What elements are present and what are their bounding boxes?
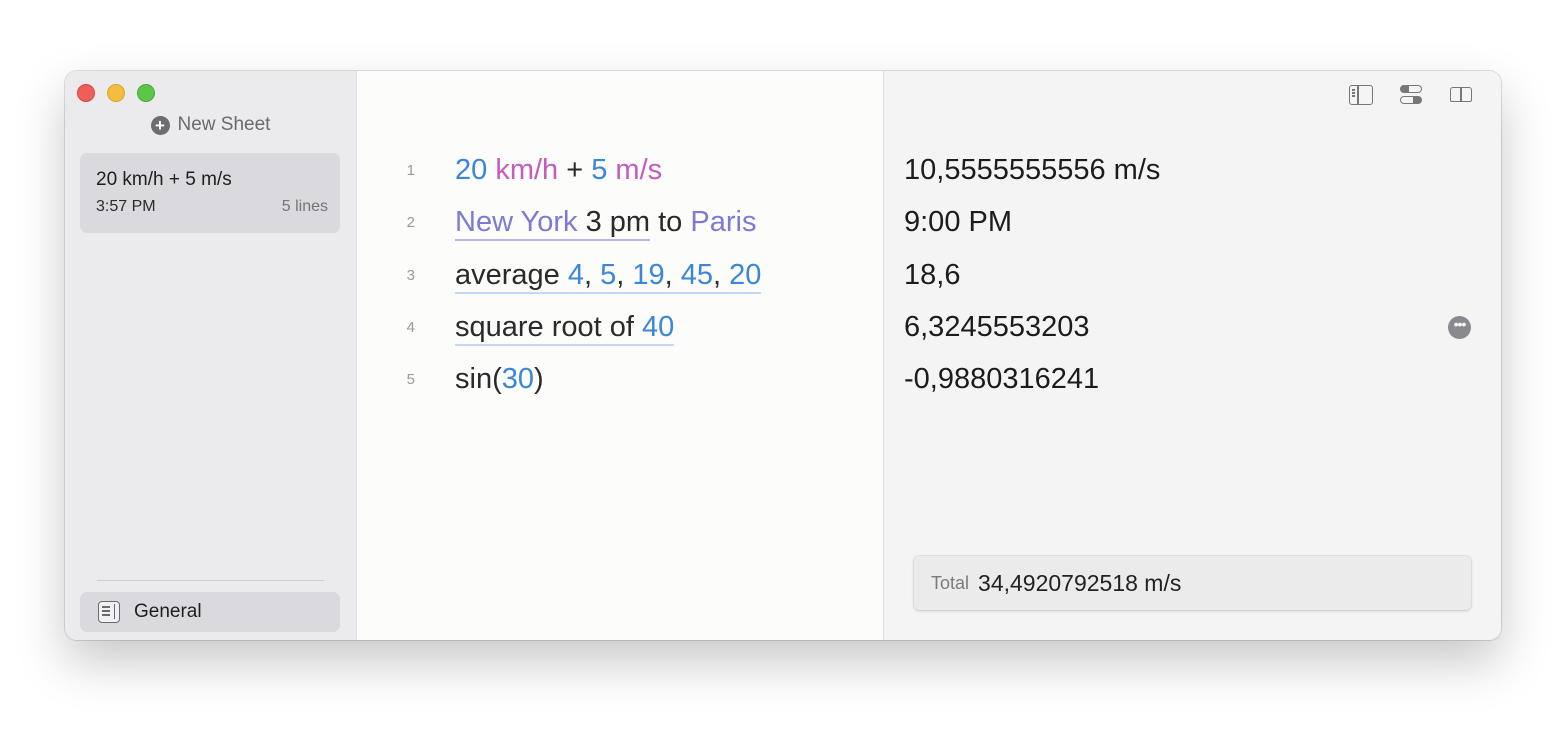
toolbar — [1349, 85, 1473, 105]
token-num: 20 — [729, 258, 762, 294]
line-content[interactable]: sin(30) — [455, 363, 544, 396]
token-plain: sin( — [455, 362, 502, 395]
token-plain: ) — [534, 362, 544, 395]
token-unit: m/s — [607, 153, 663, 186]
window-controls — [77, 84, 155, 102]
editor-line[interactable]: 1 20 km/h + 5 m/s — [357, 150, 663, 190]
token-plain: to — [650, 205, 691, 238]
app-window: + New Sheet 20 km/h + 5 m/s 3:57 PM 5 li… — [65, 71, 1501, 640]
result-value[interactable]: 9:00 PM — [904, 202, 1012, 242]
sheet-meta: 3:57 PM 5 lines — [96, 198, 328, 216]
new-sheet-button[interactable]: + New Sheet — [65, 114, 356, 136]
token-plain: square root of — [455, 310, 642, 346]
sheet-title: 20 km/h + 5 m/s — [96, 169, 232, 190]
token-unit: km/h — [487, 153, 559, 186]
token-num: 30 — [501, 362, 534, 395]
token-plain: , — [616, 258, 633, 294]
new-sheet-label: New Sheet — [177, 114, 271, 135]
line-content[interactable]: average 4, 5, 19, 45, 20 — [455, 258, 762, 294]
sidebar: + New Sheet 20 km/h + 5 m/s 3:57 PM 5 li… — [65, 71, 357, 640]
token-num: 4 — [567, 258, 584, 294]
editor-line[interactable]: 2 New York 3 pm to Paris — [357, 202, 756, 242]
line-number: 3 — [406, 266, 415, 284]
total-label: Total — [931, 572, 970, 593]
notebook-icon — [98, 601, 120, 623]
line-number: 5 — [406, 370, 415, 388]
token-num: 5 — [591, 153, 608, 186]
total-bar[interactable]: Total 34,4920792518 m/s — [914, 556, 1471, 610]
total-value: 34,4920792518 m/s — [978, 569, 1182, 596]
line-number: 4 — [406, 318, 415, 336]
token-num: 40 — [642, 310, 675, 346]
result-value[interactable]: 18,6 — [904, 255, 960, 295]
result-value[interactable]: 10,5555555556 m/s — [904, 150, 1160, 190]
sidebar-item-general[interactable]: General — [80, 592, 340, 632]
sheet-time: 3:57 PM — [96, 198, 156, 215]
editor-line[interactable]: 5 sin(30) — [357, 359, 544, 399]
sheet-list-item[interactable]: 20 km/h + 5 m/s 3:57 PM 5 lines — [80, 153, 340, 233]
token-plain: , — [584, 258, 601, 294]
token-plain: , — [664, 258, 681, 294]
line-content[interactable]: New York 3 pm to Paris — [455, 205, 757, 241]
results-panel: 10,5555555556 m/s 9:00 PM 18,6 6,3245553… — [884, 71, 1501, 640]
token-num: 5 — [600, 258, 617, 294]
line-content[interactable]: 20 km/h + 5 m/s — [455, 154, 662, 187]
line-number: 1 — [406, 161, 415, 179]
token-plain: 3 pm — [585, 205, 651, 241]
close-window-button[interactable] — [77, 84, 95, 102]
token-plain: , — [713, 258, 730, 294]
token-place: Paris — [690, 205, 757, 238]
minimize-window-button[interactable] — [107, 84, 125, 102]
editor[interactable]: 1 20 km/h + 5 m/s 2 New York 3 pm to Par… — [357, 71, 884, 640]
token-plain: average — [455, 258, 568, 294]
toggle-sidebar-icon[interactable] — [1349, 85, 1373, 105]
result-value[interactable]: -0,9880316241 — [904, 359, 1099, 399]
zoom-window-button[interactable] — [137, 84, 155, 102]
editor-line[interactable]: 4 square root of 40 — [357, 307, 675, 347]
sidebar-item-label: General — [134, 601, 202, 622]
sheet-line-count: 5 lines — [281, 198, 328, 215]
more-options-icon[interactable]: ••• — [1448, 316, 1471, 339]
token-place: New York — [455, 205, 586, 241]
token-plain: + — [558, 153, 592, 186]
token-num: 45 — [680, 258, 714, 294]
token-num: 20 — [455, 153, 488, 186]
settings-toggles-icon[interactable] — [1399, 85, 1423, 105]
result-value[interactable]: 6,3245553203 — [904, 307, 1089, 347]
plus-circle-icon: + — [150, 115, 170, 135]
line-number: 2 — [406, 213, 415, 231]
line-content[interactable]: square root of 40 — [455, 310, 675, 346]
book-icon[interactable] — [1449, 85, 1473, 105]
sidebar-divider — [97, 580, 324, 581]
token-num: 19 — [632, 258, 665, 294]
editor-line[interactable]: 3 average 4, 5, 19, 45, 20 — [357, 255, 762, 295]
